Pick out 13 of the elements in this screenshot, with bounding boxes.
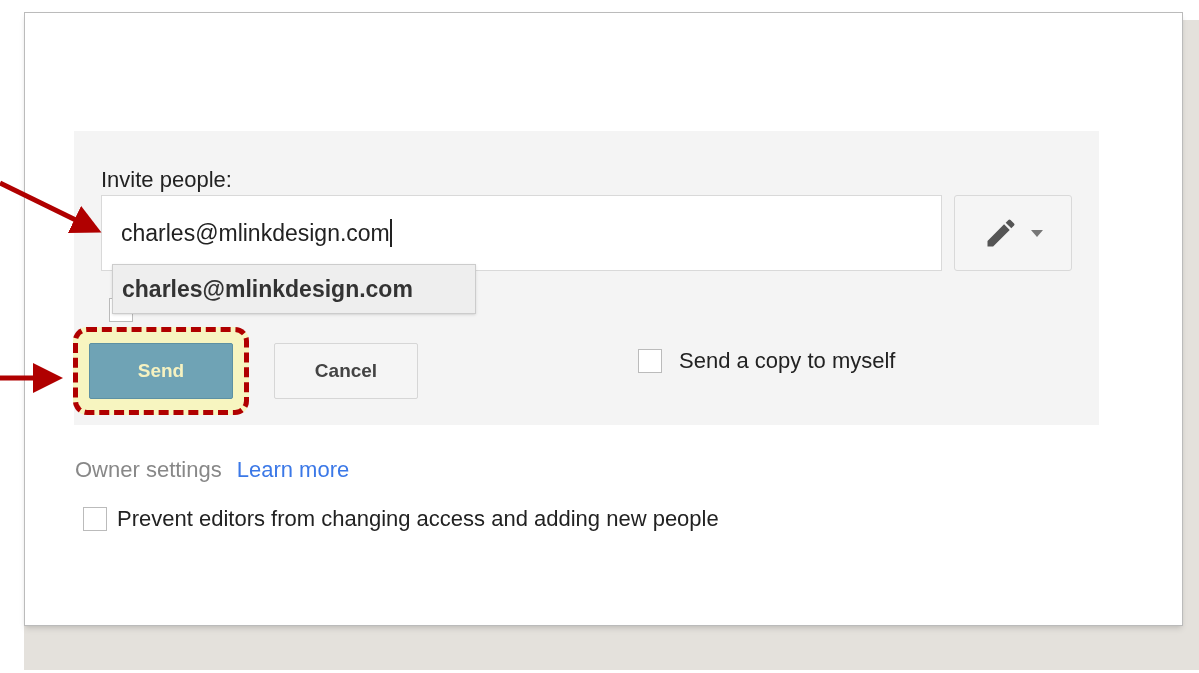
annotation-arrow [0,363,63,393]
checkbox-label: Send a copy to myself [679,347,896,375]
owner-settings-label: Owner settings [75,456,222,484]
checkbox[interactable] [83,506,107,531]
invite-label: Invite people: [101,166,232,194]
autocomplete-menu[interactable]: charles@mlinkdesign.com [112,264,476,314]
email-input-field[interactable]: charles@mlinkdesign.com [101,195,942,271]
checkbox-label: Prevent editors from changing access and adding new people [117,505,719,533]
edit-permission-button[interactable] [954,195,1072,271]
caret-icon [1031,229,1043,237]
learn-more-link[interactable]: Learn more [236,453,350,486]
cancel-button[interactable]: Cancel [274,343,418,399]
checkbox[interactable] [638,348,662,373]
